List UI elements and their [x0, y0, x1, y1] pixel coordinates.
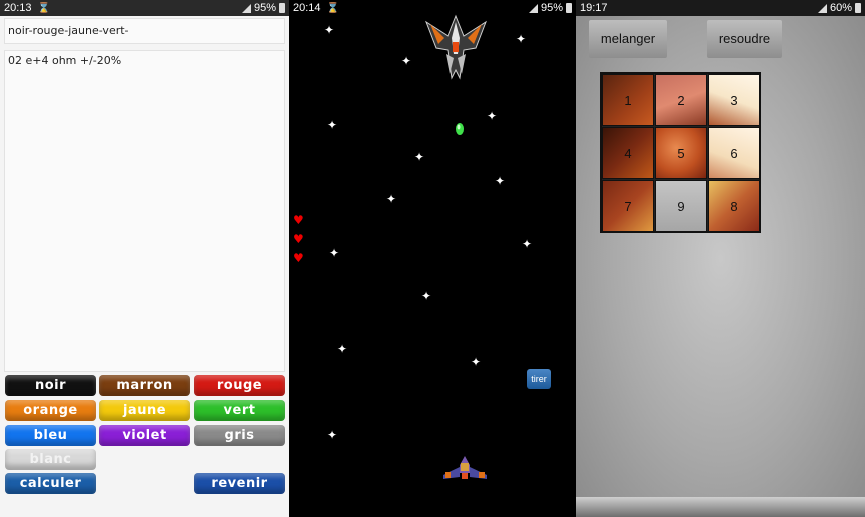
- star-icon: ✦: [327, 118, 338, 132]
- hourglass-icon: ⌛: [326, 2, 339, 14]
- status-bar: 19:17 60%: [576, 0, 865, 16]
- vert-button[interactable]: vert: [194, 400, 285, 421]
- floor-edge: [576, 497, 865, 517]
- puzzle-screen: 19:17 60% melanger resoudre 1 2 3 4 5 6 …: [576, 0, 865, 517]
- puzzle-tile[interactable]: 1: [602, 74, 654, 126]
- bleu-button[interactable]: bleu: [5, 425, 96, 446]
- player-ship-icon[interactable]: [441, 455, 489, 481]
- calculer-button[interactable]: calculer: [5, 473, 96, 494]
- star-icon: ✦: [487, 109, 498, 123]
- status-time: 20:13: [4, 2, 32, 14]
- signal-icon: [528, 3, 538, 13]
- star-icon: ✦: [471, 355, 482, 369]
- star-icon: ✦: [414, 150, 425, 164]
- marron-button[interactable]: marron: [99, 375, 190, 396]
- battery-level: 95%: [253, 2, 276, 14]
- heart-icon: ♥: [293, 213, 304, 227]
- battery-icon: [566, 3, 572, 13]
- solve-button[interactable]: resoudre: [707, 20, 782, 58]
- puzzle-tile[interactable]: 2: [655, 74, 707, 126]
- gris-button[interactable]: gris: [194, 425, 285, 446]
- battery-icon: [855, 3, 861, 13]
- puzzle-tile[interactable]: 8: [708, 180, 760, 232]
- orange-button[interactable]: orange: [5, 400, 96, 421]
- star-icon: ✦: [324, 23, 335, 37]
- star-icon: ✦: [401, 54, 412, 68]
- projectile-icon: [456, 123, 464, 135]
- star-icon: ✦: [386, 192, 397, 206]
- enemy-ship-icon: [424, 14, 488, 80]
- battery-icon: [279, 3, 285, 13]
- heart-icon: ♥: [293, 251, 304, 265]
- star-icon: ✦: [522, 237, 533, 251]
- star-icon: ✦: [327, 428, 338, 442]
- hourglass-icon: ⌛: [37, 2, 50, 14]
- puzzle-tile[interactable]: 7: [602, 180, 654, 232]
- star-icon: ✦: [421, 289, 432, 303]
- puzzle-tile[interactable]: 6: [708, 127, 760, 179]
- heart-icon: ♥: [293, 232, 304, 246]
- status-time: 20:14: [293, 2, 321, 14]
- puzzle-grid: 1 2 3 4 5 6 7 9 8: [600, 72, 761, 233]
- rouge-button[interactable]: rouge: [194, 375, 285, 396]
- star-icon: ✦: [495, 174, 506, 188]
- color-sequence-field[interactable]: noir-rouge-jaune-vert-: [4, 18, 285, 44]
- battery-level: 95%: [540, 2, 563, 14]
- signal-icon: [241, 3, 251, 13]
- resistor-screen: 20:13 ⌛ 95% noir-rouge-jaune-vert- 02 e+…: [0, 0, 289, 517]
- shuffle-button[interactable]: melanger: [589, 20, 667, 58]
- blanc-button[interactable]: blanc: [5, 449, 96, 470]
- puzzle-tile[interactable]: 4: [602, 127, 654, 179]
- puzzle-tile[interactable]: 3: [708, 74, 760, 126]
- star-icon: ✦: [329, 246, 340, 260]
- puzzle-tile[interactable]: 5: [655, 127, 707, 179]
- star-icon: ✦: [516, 32, 527, 46]
- signal-icon: [817, 3, 827, 13]
- puzzle-tile[interactable]: 9: [655, 180, 707, 232]
- status-bar: 20:13 ⌛ 95%: [0, 0, 289, 16]
- status-time: 19:17: [580, 2, 608, 14]
- jaune-button[interactable]: jaune: [99, 400, 190, 421]
- game-screen: 20:14 ⌛ 95% ✦ ✦ ✦ ✦ ✦ ✦ ✦ ✦ ✦ ✦ ✦ ✦ ✦ ✦ …: [289, 0, 576, 517]
- noir-button[interactable]: noir: [5, 375, 96, 396]
- fire-button[interactable]: tirer: [527, 369, 551, 389]
- revenir-button[interactable]: revenir: [194, 473, 285, 494]
- violet-button[interactable]: violet: [99, 425, 190, 446]
- battery-level: 60%: [829, 2, 852, 14]
- star-icon: ✦: [337, 342, 348, 356]
- resistance-result-field[interactable]: 02 e+4 ohm +/-20%: [4, 50, 285, 372]
